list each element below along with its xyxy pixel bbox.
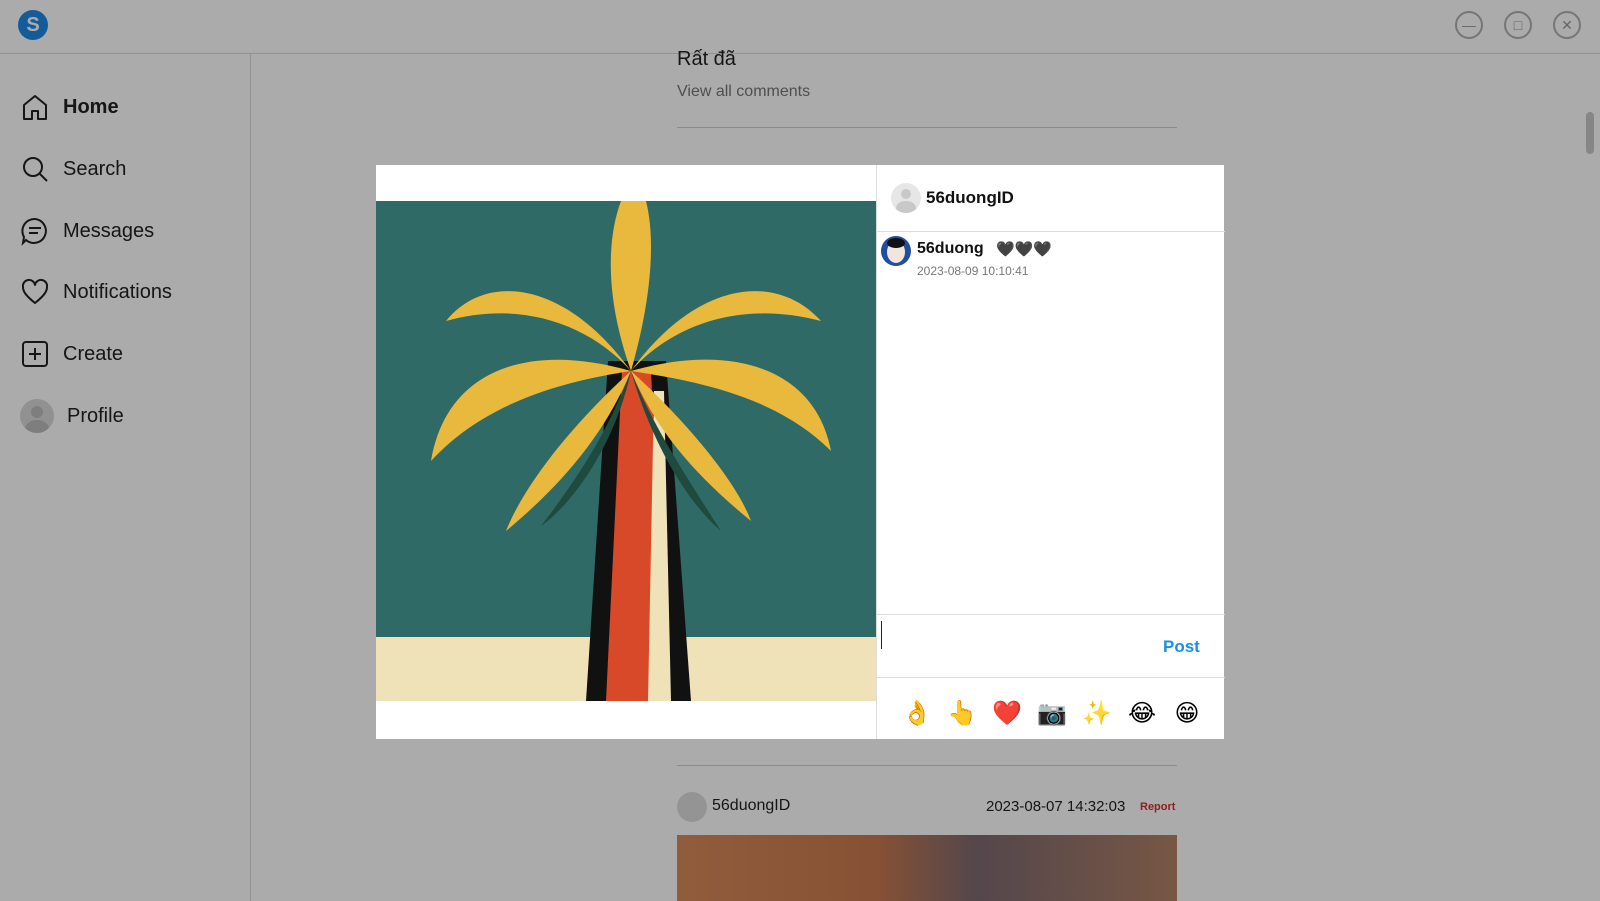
- modal-author-name[interactable]: 56duongID: [926, 188, 1014, 208]
- avatar: [891, 183, 921, 213]
- comment-list: 56duong 🖤🖤🖤 2023-08-09 10:10:41: [877, 232, 1225, 610]
- modal-sidebar: 56duongID 56duong 🖤🖤🖤 2023-08-09 10:10:4…: [876, 165, 1225, 739]
- comment-input-row: Post: [877, 614, 1225, 678]
- post-image: [376, 201, 876, 701]
- ok-hand-emoji[interactable]: 👌: [901, 699, 933, 728]
- heart-emoji[interactable]: ❤️: [991, 699, 1023, 728]
- grin-emoji[interactable]: 😁: [1171, 699, 1203, 728]
- comment-input[interactable]: [881, 621, 1156, 649]
- modal-header: 56duongID: [877, 165, 1225, 232]
- comment-username[interactable]: 56duong: [917, 240, 984, 258]
- emoji-bar: 👌 👆 ❤️ 📷 ✨ 😂 😁: [877, 677, 1225, 739]
- joy-emoji[interactable]: 😂: [1126, 699, 1158, 728]
- comment-timestamp: 2023-08-09 10:10:41: [917, 264, 1029, 278]
- camera-emoji[interactable]: 📷: [1036, 699, 1068, 728]
- avatar: [881, 236, 911, 266]
- sparkles-emoji[interactable]: ✨: [1081, 699, 1113, 728]
- comment-text: 🖤🖤🖤: [996, 241, 1053, 258]
- pointing-up-emoji[interactable]: 👆: [946, 699, 978, 728]
- post-modal: 56duongID 56duong 🖤🖤🖤 2023-08-09 10:10:4…: [376, 165, 1225, 739]
- post-button[interactable]: Post: [1163, 637, 1200, 657]
- comment-item: 56duong 🖤🖤🖤 2023-08-09 10:10:41: [881, 236, 1221, 280]
